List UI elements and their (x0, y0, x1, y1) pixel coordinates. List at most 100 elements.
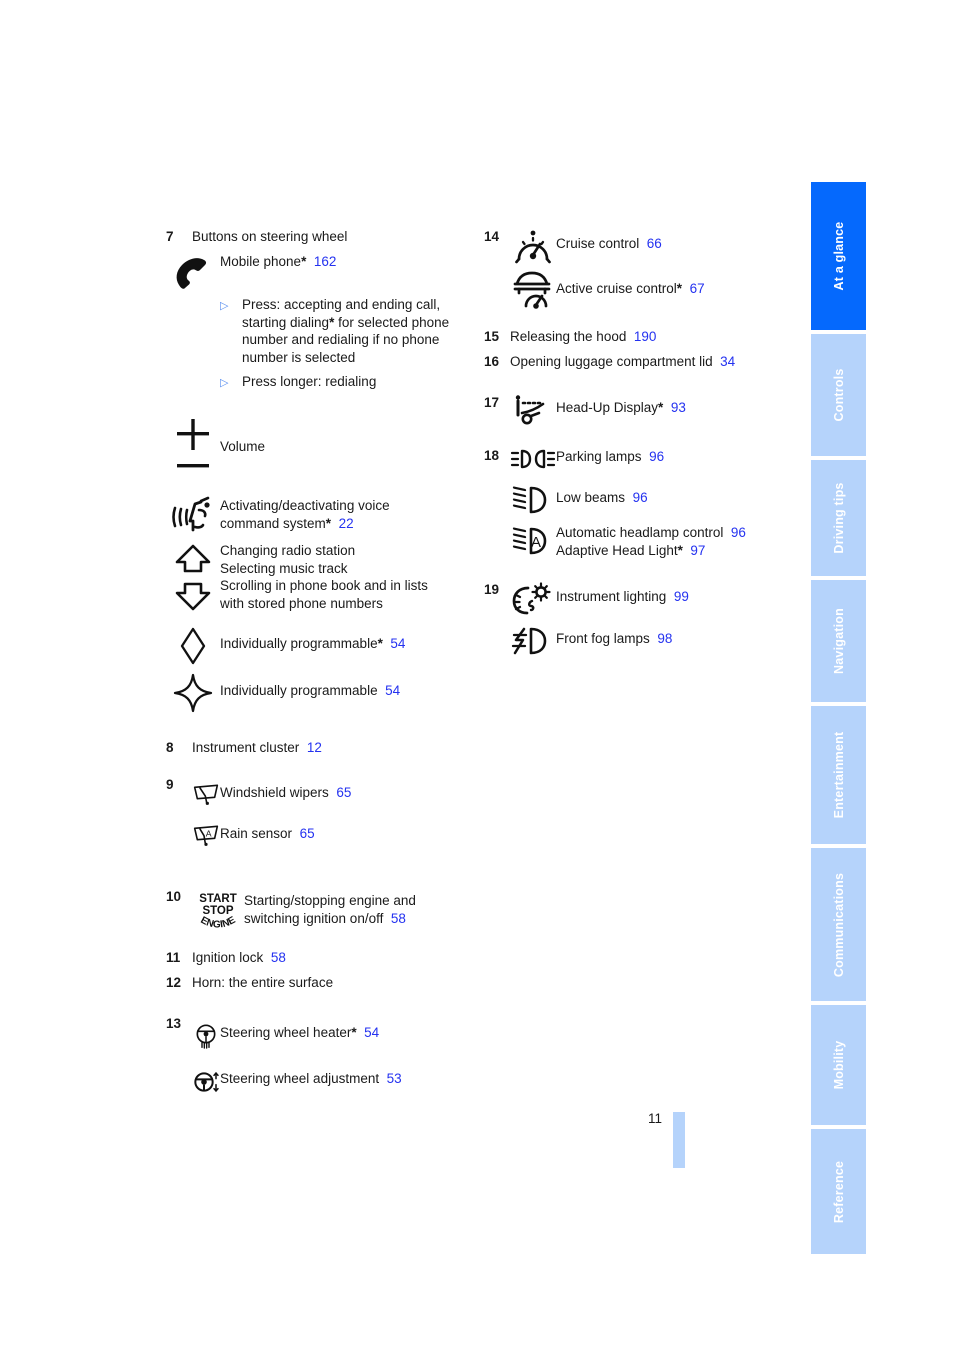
optional-star: * (377, 636, 383, 651)
page-ref[interactable]: 67 (690, 281, 705, 296)
page-ref[interactable]: 12 (307, 740, 322, 755)
automatic-headlamp-icon: A (510, 524, 556, 557)
triangle-bullet-icon: ▷ (220, 377, 229, 389)
sidebar-tab-label: Driving tips (831, 482, 846, 554)
page-ref[interactable]: 34 (720, 354, 735, 369)
page-ref[interactable]: 162 (314, 254, 337, 269)
voice-command-icon (166, 495, 220, 536)
sidebar-tab-reference[interactable]: Reference (811, 1129, 866, 1254)
sidebar-tab-navigation[interactable]: Navigation (811, 580, 866, 702)
item-12-label: Horn: the entire surface (192, 975, 334, 990)
page-ref[interactable]: 54 (364, 1025, 379, 1040)
radio-station-row: Changing radio station Selecting music t… (166, 542, 466, 615)
page-ref[interactable]: 99 (674, 589, 689, 604)
steering-wheel-adjustment-label: Steering wheel adjustment 53 (220, 1065, 402, 1088)
list-item-12: 12 Horn: the entire surface (166, 974, 466, 991)
radio-line-1: Changing radio station (220, 543, 356, 558)
automatic-headlamp-label: Automatic headlamp control 96 Adaptive H… (556, 524, 746, 559)
optional-star: * (301, 254, 307, 269)
item-title: Buttons on steering wheel (192, 229, 348, 244)
page-ref[interactable]: 96 (633, 490, 648, 505)
start-stop-line-1: Starting/stopping engine and (244, 893, 416, 908)
hud-text: Head-Up Display (556, 400, 659, 415)
volume-row: Volume (166, 418, 466, 481)
svg-text:START: START (199, 893, 236, 905)
parking-lamps-row: Parking lamps 96 (510, 447, 784, 470)
item-number: 14 (484, 229, 500, 244)
page-marker-bar (673, 1112, 685, 1168)
windshield-wipers-row: Windshield wipers 65 (192, 776, 466, 811)
programmable-star-text: Individually programmable (220, 636, 378, 651)
item-number: 13 (166, 1016, 182, 1031)
programmable-star-row: Individually programmable* 54 (166, 625, 466, 666)
list-item-18: 18 Parking lamps 96 Low beams 96 A Autom… (484, 447, 784, 559)
page-ref[interactable]: 190 (634, 329, 657, 344)
sidebar-tab-label: At a glance (831, 221, 846, 291)
triangle-bullet-icon: ▷ (220, 300, 229, 312)
start-stop-label: Starting/stopping engine and switching i… (244, 888, 416, 927)
list-item-11: 11 Ignition lock 58 (166, 949, 466, 966)
item-number: 9 (166, 777, 174, 792)
page-ref[interactable]: 54 (390, 636, 405, 651)
svg-text:A: A (206, 828, 212, 838)
optional-star: * (677, 542, 683, 558)
page-ref[interactable]: 54 (385, 683, 400, 698)
rain-sensor-text: Rain sensor (220, 826, 293, 841)
optional-star: * (351, 1025, 357, 1040)
page-ref[interactable]: 98 (657, 631, 672, 646)
front-fog-lamps-icon (510, 625, 556, 656)
item-15-text: Releasing the hood (510, 329, 627, 344)
list-item-7-heading: 7 Buttons on steering wheel (166, 228, 466, 245)
page-ref[interactable]: 22 (339, 516, 354, 531)
page-ref[interactable]: 93 (671, 400, 686, 415)
instrument-lighting-row: Instrument lighting 99 (510, 581, 784, 618)
programmable-label: Individually programmable 54 (220, 672, 400, 700)
windshield-wiper-icon (192, 776, 220, 811)
item-number: 8 (166, 740, 174, 755)
page-ref[interactable]: 97 (690, 543, 705, 558)
page-ref[interactable]: 53 (387, 1071, 402, 1086)
bullet-text: Press: accepting and ending call, starti… (242, 296, 457, 366)
sidebar-tab-mobility[interactable]: Mobility (811, 1005, 866, 1125)
mobile-phone-text: Mobile phone (220, 254, 302, 269)
page-ref[interactable]: 58 (391, 911, 406, 926)
page-ref[interactable]: 96 (731, 525, 746, 540)
sidebar-tab-at-a-glance[interactable]: At a glance (811, 182, 866, 330)
start-stop-engine-icon: START STOP ENGINE (192, 888, 244, 931)
head-up-display-icon (510, 394, 556, 425)
list-item-17: 17 Head-Up Display* 93 (484, 394, 784, 425)
optional-star: * (676, 281, 683, 296)
rain-sensor-label: Rain sensor 65 (220, 817, 315, 843)
low-beams-label: Low beams 96 (556, 484, 648, 507)
item-8-label: Instrument cluster 12 (192, 739, 322, 756)
manual-page: 7 Buttons on steering wheel Mobile phone… (0, 0, 954, 1351)
rain-sensor-icon: A (192, 817, 220, 852)
sidebar-tab-driving-tips[interactable]: Driving tips (811, 460, 866, 576)
active-cruise-text: Active cruise control (556, 281, 677, 296)
page-number: 11 (648, 1111, 663, 1126)
voice-line-2: command system (220, 515, 326, 531)
page-ref[interactable]: 66 (647, 236, 662, 251)
plus-minus-icon (166, 418, 220, 481)
steering-wheel-adjustment-icon (192, 1065, 220, 1098)
optional-star: * (325, 515, 332, 531)
sidebar-tab-entertainment[interactable]: Entertainment (811, 706, 866, 844)
phone-handset-icon (166, 251, 220, 292)
section-tabs-sidebar: At a glance Controls Driving tips Navigatio… (811, 182, 866, 1254)
sidebar-tab-controls[interactable]: Controls (811, 334, 866, 456)
page-ref[interactable]: 65 (300, 826, 315, 841)
steering-wheel-adjustment-row: Steering wheel adjustment 53 (192, 1065, 466, 1098)
page-ref[interactable]: 65 (336, 785, 351, 800)
svg-text:A: A (531, 534, 541, 551)
mobile-phone-label: Mobile phone* 162 (220, 251, 336, 271)
sidebar-tab-communications[interactable]: Communications (811, 848, 866, 1001)
page-ref[interactable]: 58 (271, 950, 286, 965)
instrument-lighting-icon (510, 581, 556, 618)
left-column: 7 Buttons on steering wheel Mobile phone… (166, 228, 466, 1098)
page-ref[interactable]: 96 (649, 449, 664, 464)
parking-lamps-label: Parking lamps 96 (556, 447, 664, 466)
programmable-row: Individually programmable 54 (166, 672, 466, 713)
radio-label: Changing radio station Selecting music t… (220, 542, 428, 612)
parking-lamps-icon (510, 447, 556, 470)
item-11-label: Ignition lock 58 (192, 949, 286, 966)
